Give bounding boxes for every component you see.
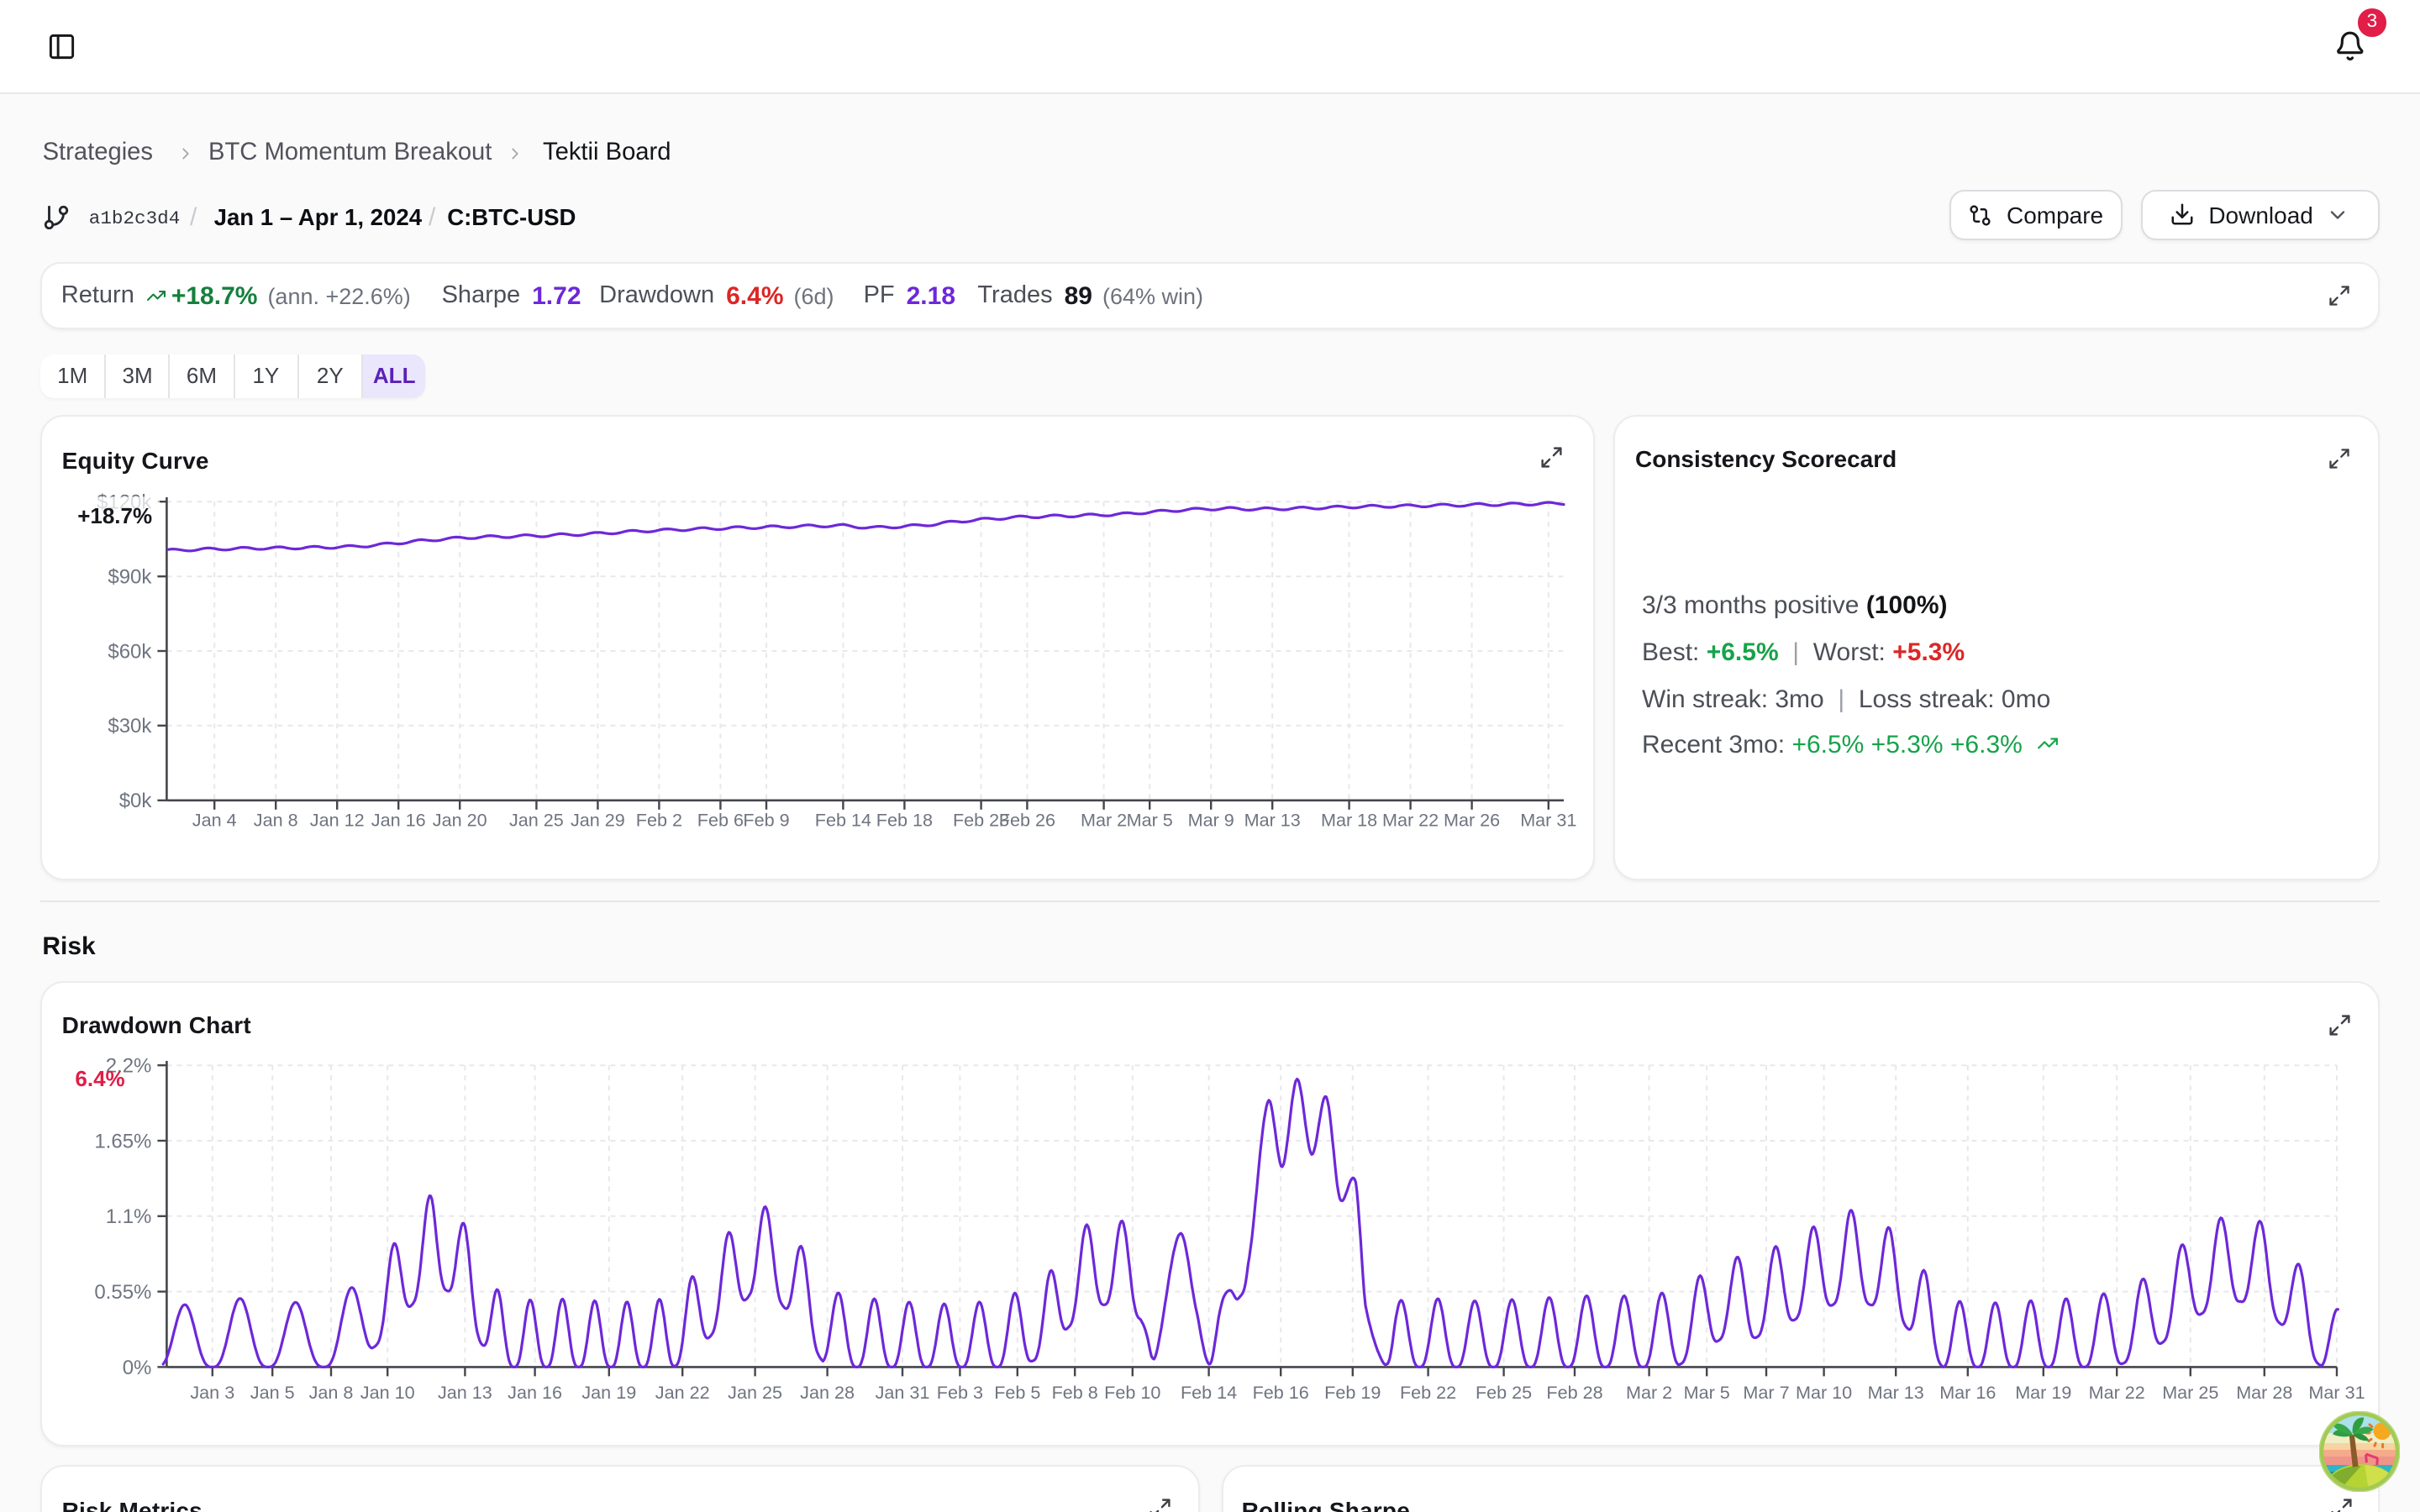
svg-text:Jan 8: Jan 8 — [309, 1382, 354, 1403]
svg-text:Mar 18: Mar 18 — [1321, 809, 1377, 830]
svg-text:Jan 16: Jan 16 — [508, 1382, 562, 1403]
svg-text:Jan 31: Jan 31 — [876, 1382, 930, 1403]
svg-text:Mar 13: Mar 13 — [1868, 1382, 1924, 1403]
svg-text:Jan 4: Jan 4 — [192, 809, 237, 830]
svg-text:$60k: $60k — [108, 640, 152, 663]
svg-text:1.65%: 1.65% — [94, 1130, 151, 1152]
svg-text:1.1%: 1.1% — [106, 1205, 152, 1228]
svg-text:Feb 16: Feb 16 — [1253, 1382, 1309, 1403]
svg-text:Jan 3: Jan 3 — [190, 1382, 234, 1403]
svg-text:Jan 25: Jan 25 — [509, 809, 564, 830]
svg-text:Mar 19: Mar 19 — [2015, 1382, 2071, 1403]
svg-text:Feb 19: Feb 19 — [1324, 1382, 1381, 1403]
svg-text:Mar 2: Mar 2 — [1626, 1382, 1672, 1403]
svg-text:Feb 18: Feb 18 — [876, 809, 933, 830]
svg-text:$30k: $30k — [108, 715, 152, 738]
svg-text:Mar 13: Mar 13 — [1244, 809, 1301, 830]
svg-text:Feb 2: Feb 2 — [636, 809, 682, 830]
svg-text:Mar 10: Mar 10 — [1796, 1382, 1852, 1403]
svg-text:Mar 5: Mar 5 — [1684, 1382, 1730, 1403]
svg-text:Mar 9: Mar 9 — [1188, 809, 1234, 830]
svg-text:Jan 12: Jan 12 — [310, 809, 365, 830]
svg-text:Mar 31: Mar 31 — [1520, 809, 1576, 830]
svg-text:Feb 22: Feb 22 — [1400, 1382, 1456, 1403]
svg-text:Feb 28: Feb 28 — [1546, 1382, 1602, 1403]
svg-text:0%: 0% — [123, 1357, 152, 1379]
svg-text:Mar 31: Mar 31 — [2308, 1382, 2365, 1403]
svg-text:Jan 29: Jan 29 — [571, 809, 625, 830]
svg-text:Feb 25: Feb 25 — [1476, 1382, 1532, 1403]
svg-text:Jan 28: Jan 28 — [800, 1382, 855, 1403]
svg-text:Jan 20: Jan 20 — [433, 809, 487, 830]
svg-text:Mar 26: Mar 26 — [1444, 809, 1500, 830]
svg-text:Jan 5: Jan 5 — [250, 1382, 295, 1403]
svg-text:Feb 14: Feb 14 — [815, 809, 871, 830]
svg-text:Feb 6: Feb 6 — [697, 809, 744, 830]
svg-text:Mar 28: Mar 28 — [2236, 1382, 2292, 1403]
svg-text:Jan 25: Jan 25 — [728, 1382, 782, 1403]
svg-text:Mar 22: Mar 22 — [1382, 809, 1439, 830]
svg-text:Mar 2: Mar 2 — [1081, 809, 1127, 830]
svg-text:Feb 26: Feb 26 — [999, 809, 1055, 830]
svg-text:6.4%: 6.4% — [75, 1066, 124, 1091]
svg-text:Jan 22: Jan 22 — [655, 1382, 710, 1403]
svg-text:$0k: $0k — [119, 790, 153, 812]
svg-text:Feb 3: Feb 3 — [937, 1382, 983, 1403]
svg-text:Feb 10: Feb 10 — [1104, 1382, 1160, 1403]
svg-text:Feb 8: Feb 8 — [1052, 1382, 1098, 1403]
svg-text:Jan 10: Jan 10 — [360, 1382, 415, 1403]
svg-text:Mar 25: Mar 25 — [2162, 1382, 2218, 1403]
svg-text:Jan 19: Jan 19 — [581, 1382, 636, 1403]
svg-text:Feb 5: Feb 5 — [994, 1382, 1040, 1403]
svg-text:Jan 16: Jan 16 — [371, 809, 426, 830]
svg-text:Feb 9: Feb 9 — [743, 809, 789, 830]
svg-text:Feb 14: Feb 14 — [1181, 1382, 1237, 1403]
svg-text:+18.7%: +18.7% — [77, 503, 152, 528]
svg-text:Jan 13: Jan 13 — [438, 1382, 492, 1403]
svg-text:Mar 22: Mar 22 — [2089, 1382, 2145, 1403]
svg-text:Mar 16: Mar 16 — [1939, 1382, 1996, 1403]
svg-text:Mar 5: Mar 5 — [1127, 809, 1173, 830]
svg-text:$90k: $90k — [108, 566, 152, 589]
svg-text:Mar 7: Mar 7 — [1743, 1382, 1789, 1403]
svg-text:Jan 8: Jan 8 — [254, 809, 298, 830]
svg-text:0.55%: 0.55% — [94, 1281, 151, 1304]
